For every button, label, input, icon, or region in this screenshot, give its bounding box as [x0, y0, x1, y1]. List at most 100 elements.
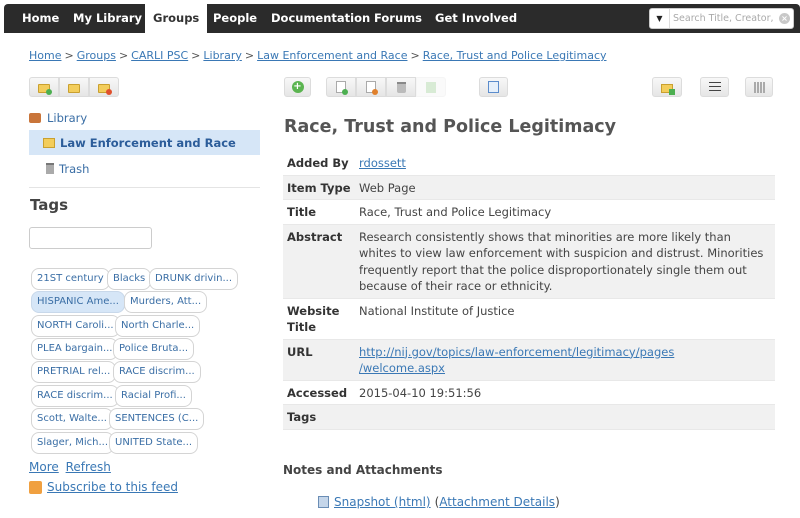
tags-heading: Tags — [30, 196, 69, 214]
url-link-text: /welcome.aspx — [359, 361, 445, 375]
delete-collection-button[interactable] — [89, 77, 119, 97]
field-label: Website Title — [283, 298, 355, 340]
field-row-abstract: Abstract Research consistently shows tha… — [283, 224, 775, 299]
breadcrumb-item[interactable]: Race, Trust and Police Legitimacy — [423, 49, 607, 62]
tag[interactable]: Blacks — [107, 268, 152, 290]
new-item-button[interactable]: + — [284, 77, 311, 97]
edit-collection-button[interactable] — [59, 77, 89, 97]
export-button[interactable] — [652, 77, 682, 97]
tag[interactable]: UNITED State... — [109, 432, 199, 454]
sidebar-item-label: Library — [47, 110, 88, 125]
field-value: National Institute of Justice — [355, 298, 775, 340]
tag-filter-input[interactable] — [29, 227, 152, 249]
edit-collection-icon — [68, 83, 80, 93]
breadcrumb-groups[interactable]: Groups — [77, 49, 116, 62]
tag[interactable]: HISPANIC Ame... — [31, 291, 125, 313]
breadcrumb-group[interactable]: CARLI PSC — [131, 49, 188, 62]
rss-icon — [29, 480, 42, 494]
tag[interactable]: Murders, Att... — [124, 291, 208, 313]
field-label: Added By — [283, 151, 355, 176]
remove-from-collection-icon — [366, 81, 378, 95]
subscribe-feed-link[interactable]: Subscribe to this feed — [47, 480, 178, 494]
field-label: Tags — [283, 404, 355, 430]
nav-home[interactable]: Home — [14, 4, 67, 33]
tag[interactable]: NORTH Caroli... — [31, 315, 120, 337]
citation-list-button[interactable] — [700, 77, 729, 97]
breadcrumb-separator: > — [410, 49, 420, 62]
library-icon — [29, 112, 41, 123]
tag[interactable]: RACE discrim... — [31, 385, 119, 407]
field-row-title: Title Race, Trust and Police Legitimacy — [283, 199, 775, 225]
attachment-details-link[interactable]: Attachment Details — [439, 495, 555, 509]
tag[interactable]: Racial Profi... — [115, 385, 192, 407]
tag[interactable]: SENTENCES (C... — [109, 408, 205, 430]
breadcrumb-separator: > — [118, 49, 129, 62]
top-navigation: Home My Library Groups People Documentat… — [4, 0, 800, 33]
field-value — [355, 404, 775, 430]
field-label: Title — [283, 199, 355, 225]
clear-icon[interactable]: × — [779, 13, 790, 24]
breadcrumb-home[interactable]: Home — [29, 49, 61, 62]
notes-heading: Notes and Attachments — [283, 463, 443, 477]
breadcrumb-library[interactable]: Library — [203, 49, 241, 62]
search-input[interactable] — [671, 9, 775, 28]
field-value: 2015-04-10 19:51:56 — [355, 380, 775, 405]
field-row-added-by: Added By rdossett — [283, 151, 775, 176]
tag[interactable]: Police Bruta... — [113, 338, 195, 360]
more-tags-link[interactable]: More — [29, 460, 59, 474]
tag[interactable]: North Charle... — [115, 315, 201, 337]
tag[interactable]: PRETRIAL rel... — [31, 361, 117, 383]
trash-item-button[interactable] — [386, 77, 416, 97]
caret-down-icon[interactable]: ▼ — [650, 9, 670, 28]
field-row-tags: Tags — [283, 404, 775, 430]
library-settings-button[interactable] — [745, 77, 773, 97]
nav-get-involved[interactable]: Get Involved — [427, 4, 525, 33]
new-collection-button[interactable] — [29, 77, 59, 97]
nav-my-library[interactable]: My Library — [65, 4, 150, 33]
restore-item-button[interactable] — [416, 77, 446, 97]
tag[interactable]: RACE discrim... — [113, 361, 201, 383]
restore-icon — [426, 81, 436, 93]
snapshot-icon — [318, 496, 329, 508]
field-row-url: URL http://nij.gov/topics/law-enforcemen… — [283, 339, 775, 381]
tag[interactable]: Scott, Walte... — [31, 408, 113, 430]
list-icon — [708, 82, 721, 92]
snapshot-link[interactable]: Snapshot (html) — [334, 495, 431, 509]
field-label: URL — [283, 339, 355, 381]
edit-item-button[interactable] — [479, 77, 508, 97]
breadcrumb-separator: > — [244, 49, 255, 62]
sidebar-item-law-enforcement-and-race[interactable]: Law Enforcement and Race — [29, 130, 260, 155]
url-link[interactable]: http://nij.gov/topics/law-enforcement/le… — [359, 345, 674, 376]
add-attachment-button[interactable] — [326, 77, 356, 97]
tag[interactable]: PLEA bargain... — [31, 338, 119, 360]
breadcrumb-collection[interactable]: Law Enforcement and Race — [257, 49, 407, 62]
sidebar-item-trash[interactable]: Trash — [29, 156, 260, 181]
field-value: http://nij.gov/topics/law-enforcement/le… — [355, 339, 775, 381]
nav-forums[interactable]: Forums — [366, 4, 430, 33]
breadcrumb-separator: > — [64, 49, 74, 62]
add-to-collection-icon — [336, 81, 348, 95]
nav-groups[interactable]: Groups — [145, 0, 208, 33]
item-fields-table: Added By rdossett Item Type Web Page Tit… — [283, 151, 775, 430]
added-by-link[interactable]: rdossett — [359, 156, 406, 170]
tag[interactable]: DRUNK drivin... — [149, 268, 238, 290]
tag[interactable]: 21ST century — [31, 268, 110, 290]
sidebar-item-label: Trash — [59, 161, 90, 176]
field-value: Web Page — [355, 175, 775, 200]
field-row-item-type: Item Type Web Page — [283, 175, 775, 200]
breadcrumb: Home > Groups > CARLI PSC > Library > Law Enforc… — [29, 49, 607, 62]
remove-from-collection-button[interactable] — [356, 77, 386, 97]
nav-people[interactable]: People — [205, 4, 265, 33]
paren: ) — [555, 495, 560, 509]
refresh-tags-link[interactable]: Refresh — [66, 460, 111, 474]
field-row-website-title: Website Title National Institute of Just… — [283, 298, 775, 340]
plus-circle-icon: + — [291, 81, 304, 93]
field-value: Research consistently shows that minorit… — [355, 224, 775, 299]
tag[interactable]: Slager, Mich... — [31, 432, 115, 454]
attachment-row: Snapshot (html) (Attachment Details) — [318, 495, 560, 509]
field-value: rdossett — [355, 151, 775, 176]
nav-documentation[interactable]: Documentation — [263, 4, 378, 33]
edit-icon — [488, 81, 499, 93]
sidebar-item-library[interactable]: Library — [29, 105, 260, 130]
sidebar-item-label: Law Enforcement and Race — [60, 135, 236, 150]
